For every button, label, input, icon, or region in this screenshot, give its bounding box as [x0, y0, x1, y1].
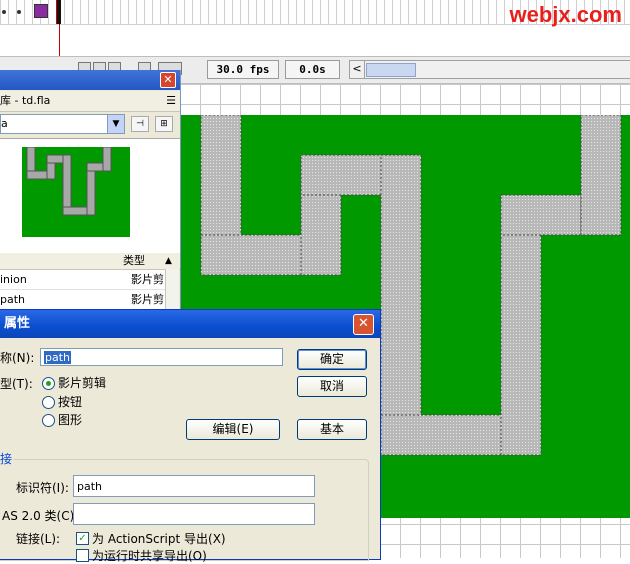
library-header: 库 - td.fla ☰	[0, 91, 180, 112]
scroll-left-arrow-icon[interactable]: <	[350, 61, 365, 78]
timeline-scrollbar[interactable]: <	[349, 60, 630, 79]
export-as-checkbox[interactable]: ✓	[76, 532, 89, 545]
playhead-line	[59, 24, 60, 58]
edit-button[interactable]: 编辑(E)	[186, 419, 280, 440]
library-preview	[0, 138, 180, 255]
library-close-icon[interactable]: ✕	[160, 72, 176, 88]
sort-icon[interactable]: ▲	[165, 253, 172, 269]
chevron-down-icon[interactable]: ▼	[107, 115, 124, 133]
radio-graphic-label[interactable]: 图形	[58, 412, 82, 428]
cancel-button[interactable]: 取消	[297, 376, 367, 397]
name-label: 称(N):	[0, 351, 35, 365]
library-row[interactable]: path 影片剪	[0, 290, 165, 310]
playhead[interactable]	[56, 0, 61, 24]
as-class-label: AS 2.0 类(C):	[2, 509, 79, 523]
export-as-label[interactable]: 为 ActionScript 导出(X)	[92, 531, 226, 547]
identifier-label: 标识符(I):	[16, 481, 69, 495]
library-item-name: path	[0, 293, 26, 306]
close-icon[interactable]: ✕	[353, 314, 374, 335]
column-type-header[interactable]: 类型	[123, 253, 145, 269]
library-dropdown[interactable]: a ▼	[0, 114, 125, 134]
export-runtime-checkbox[interactable]	[76, 549, 89, 562]
timeline: webjx.com 30.0 fps 0.0s <	[0, 0, 630, 84]
export-runtime-label[interactable]: 为运行时共享导出(O)	[92, 548, 207, 564]
frame-rate-readout: 30.0 fps	[207, 60, 279, 79]
library-dropdown-value: a	[1, 117, 8, 130]
type-label: 型(T):	[0, 377, 33, 391]
name-field-value: path	[44, 351, 72, 364]
layer-color-swatch[interactable]	[34, 4, 48, 18]
radio-movieclip-label[interactable]: 影片剪辑	[58, 375, 106, 391]
library-item-name: inion	[0, 273, 27, 286]
library-item-type: 影片剪	[131, 293, 164, 306]
watermark-logo: webjx.com	[509, 2, 622, 27]
new-library-panel-icon[interactable]: ⊞	[155, 116, 173, 132]
linkage-group-title: 接	[0, 451, 15, 467]
radio-button[interactable]	[42, 396, 55, 409]
radio-movieclip[interactable]	[42, 377, 55, 390]
linkage-label: 链接(L):	[16, 532, 61, 546]
radio-button-label[interactable]: 按钮	[58, 394, 82, 410]
keyframe-dot	[17, 10, 21, 14]
as-class-field[interactable]	[73, 503, 315, 525]
library-item-type: 影片剪	[131, 273, 164, 286]
preview-thumbnail	[22, 147, 130, 237]
identifier-field[interactable]: path	[73, 475, 315, 497]
pin-library-icon[interactable]: ⊣	[131, 116, 149, 132]
dialog-titlebar[interactable]: 属性 ✕	[0, 310, 380, 338]
library-title: 库 - td.fla	[0, 94, 51, 107]
keyframe-dot	[2, 10, 6, 14]
symbol-properties-dialog: 属性 ✕ 称(N): path 型(T): 影片剪辑 按钮 图形 确定 取消 编…	[0, 309, 381, 563]
library-column-header: 类型 ▲	[0, 253, 180, 270]
radio-graphic[interactable]	[42, 414, 55, 427]
library-titlebar[interactable]: ✕	[0, 70, 180, 90]
elapsed-time-readout: 0.0s	[285, 60, 340, 79]
dialog-title: 属性	[4, 316, 31, 331]
name-field[interactable]: path	[40, 348, 283, 366]
scroll-thumb[interactable]	[366, 63, 416, 77]
library-menu-icon[interactable]: ☰	[166, 91, 176, 111]
ok-button[interactable]: 确定	[297, 349, 367, 370]
library-row[interactable]: inion 影片剪	[0, 270, 165, 290]
basic-button[interactable]: 基本	[297, 419, 367, 440]
